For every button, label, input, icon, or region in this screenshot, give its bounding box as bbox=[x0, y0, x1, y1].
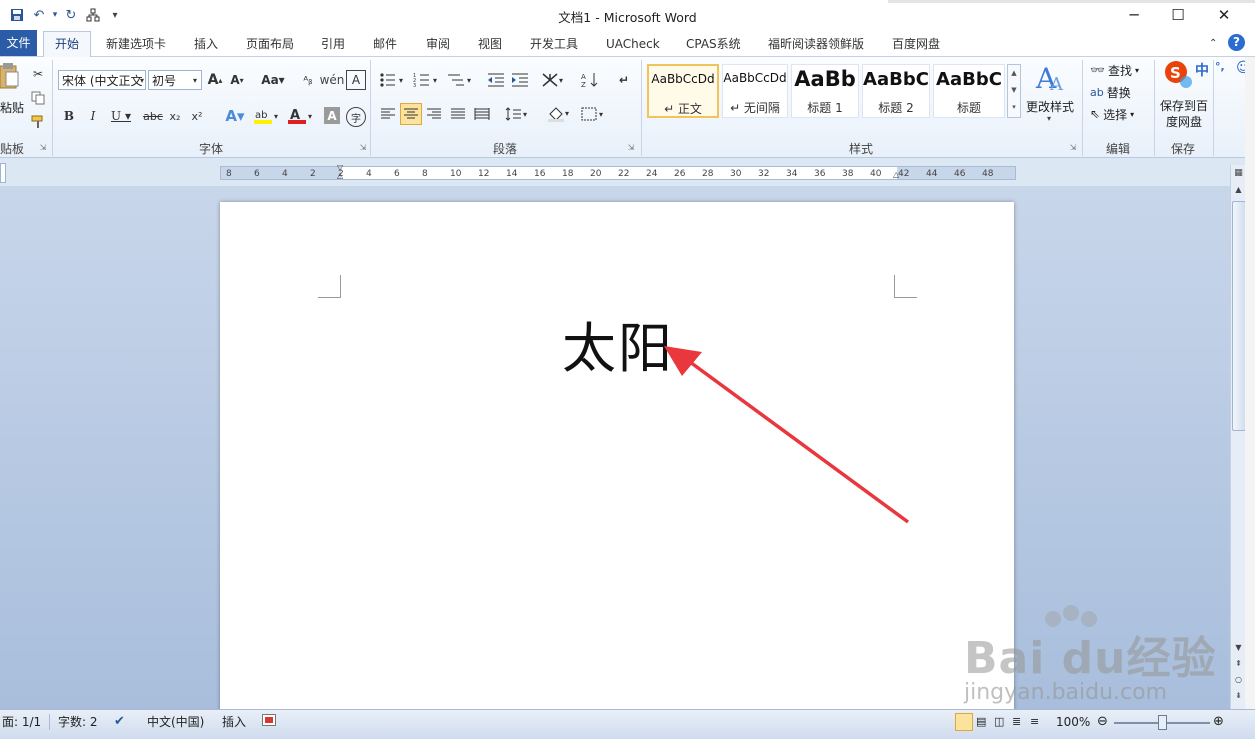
separator bbox=[49, 714, 50, 730]
scroll-down-icon[interactable]: ▼ bbox=[1232, 643, 1245, 655]
insert-mode[interactable]: 插入 bbox=[222, 713, 246, 731]
scroll-up-icon[interactable]: ▲ bbox=[1232, 185, 1245, 197]
macro-record-icon[interactable] bbox=[262, 713, 276, 731]
status-bar: 面: 1/1 字数: 2 ✔ 中文(中国) 插入 ▤ ◫ ≣ ≡ 100% ⊖ … bbox=[0, 709, 1255, 739]
next-page-icon[interactable]: ⇟ bbox=[1232, 691, 1245, 703]
zoom-slider-thumb[interactable] bbox=[1158, 715, 1167, 730]
browse-object-icon[interactable]: ○ bbox=[1232, 675, 1245, 687]
zoom-level[interactable]: 100% bbox=[1056, 713, 1090, 731]
full-screen-reading-icon[interactable]: ▤ bbox=[976, 713, 986, 731]
word-count[interactable]: 字数: 2 bbox=[58, 713, 98, 731]
print-layout-view-icon[interactable] bbox=[955, 713, 973, 731]
prev-page-icon[interactable]: ⇞ bbox=[1232, 659, 1245, 671]
watermark-brand: Bai du经验 bbox=[964, 633, 1217, 684]
vertical-scrollbar[interactable]: ▦ ▲ ▼ ⇞ ○ ⇟ bbox=[1230, 165, 1246, 709]
watermark-url: jingyan.baidu.com bbox=[964, 680, 1168, 705]
web-layout-icon[interactable]: ◫ bbox=[994, 713, 1004, 731]
zoom-in-icon[interactable]: ⊕ bbox=[1213, 713, 1224, 731]
outline-view-icon[interactable]: ≣ bbox=[1012, 713, 1021, 731]
language-status[interactable]: 中文(中国) bbox=[147, 713, 204, 731]
ruler-toggle-icon[interactable]: ▦ bbox=[1232, 165, 1245, 181]
zoom-out-icon[interactable]: ⊖ bbox=[1097, 713, 1108, 731]
page-count[interactable]: 面: 1/1 bbox=[2, 713, 41, 731]
window-edge bbox=[1245, 57, 1255, 709]
draft-view-icon[interactable]: ≡ bbox=[1030, 713, 1039, 731]
proofing-icon[interactable]: ✔ bbox=[114, 713, 125, 731]
scroll-thumb[interactable] bbox=[1232, 201, 1246, 431]
